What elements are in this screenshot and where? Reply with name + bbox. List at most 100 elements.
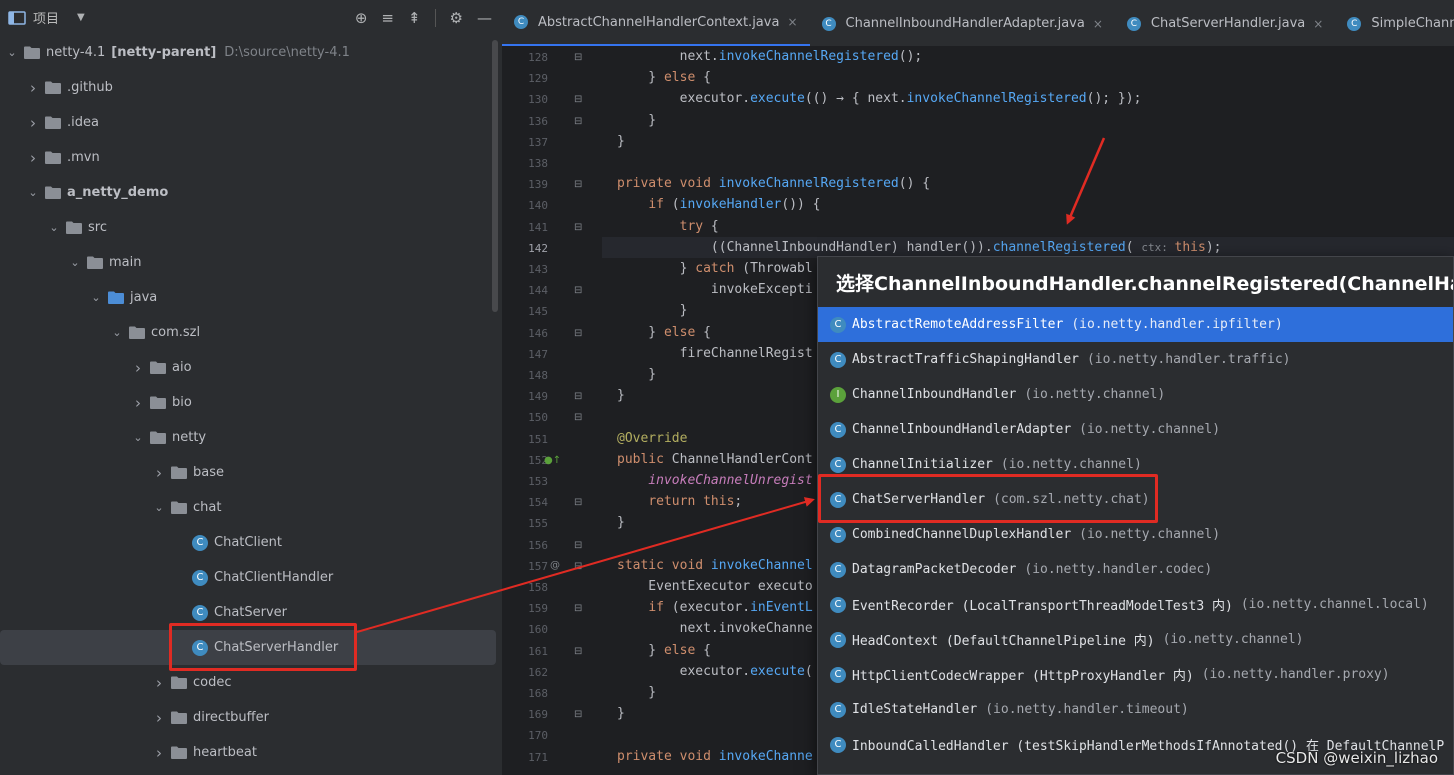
tree-item[interactable]: › base	[0, 455, 502, 490]
code-line[interactable]: }	[617, 706, 625, 721]
chevron-down-icon[interactable]: ⌄	[4, 46, 20, 59]
code-line[interactable]: next.invokeChanne	[617, 621, 813, 636]
popup-item[interactable]: C EventRecorder (LocalTransportThreadMode…	[818, 587, 1453, 622]
annotation-icon[interactable]: @	[550, 560, 560, 571]
popup-item[interactable]: C IdleStateHandler (io.netty.handler.timeo…	[818, 692, 1453, 727]
fold-marker-icon[interactable]: ⊟	[574, 540, 582, 551]
chevron-right-icon[interactable]: ›	[151, 464, 167, 482]
tree-item[interactable]: › .mvn	[0, 140, 502, 175]
code-line[interactable]: } else {	[617, 643, 711, 658]
tree-item[interactable]: C ChatClientHandler	[0, 560, 502, 595]
code-line[interactable]: return this;	[617, 494, 742, 509]
chevron-right-icon[interactable]: ›	[25, 114, 41, 132]
tree-item[interactable]: › codec	[0, 665, 502, 700]
fold-marker-icon[interactable]: ⊟	[574, 328, 582, 339]
code-line[interactable]: fireChannelRegist	[617, 346, 813, 361]
tree-item[interactable]: ⌄ chat	[0, 490, 502, 525]
tree-item[interactable]: › directbuffer	[0, 700, 502, 735]
chevron-down-icon[interactable]: ⌄	[88, 291, 104, 304]
chevron-down-icon[interactable]: ⌄	[46, 221, 62, 234]
editor-tab[interactable]: C ChannelInboundHandlerAdapter.java ×	[810, 0, 1115, 46]
code-line[interactable]: @Override	[617, 431, 687, 446]
chevron-right-icon[interactable]: ›	[130, 359, 146, 377]
chevron-down-icon[interactable]: ⌄	[67, 256, 83, 269]
code-line[interactable]: try {	[617, 219, 719, 234]
fold-marker-icon[interactable]: ⊟	[574, 285, 582, 296]
code-line[interactable]: }	[617, 113, 656, 128]
expand-all-icon[interactable]: ≡	[381, 9, 394, 27]
chevron-right-icon[interactable]: ›	[130, 394, 146, 412]
project-panel-title[interactable]: 项目	[33, 8, 59, 27]
minimize-icon[interactable]: —	[477, 9, 492, 27]
fold-marker-icon[interactable]: ⊟	[574, 391, 582, 402]
chevron-right-icon[interactable]: ›	[151, 709, 167, 727]
code-line[interactable]: public ChannelHandlerCont	[617, 452, 813, 467]
code-line[interactable]: next.invokeChannelRegistered();	[617, 49, 923, 64]
code-line[interactable]: }	[617, 515, 625, 530]
tree-item[interactable]: C ChatServer	[0, 595, 502, 630]
fold-marker-icon[interactable]: ⊟	[574, 646, 582, 657]
fold-marker-icon[interactable]: ⊟	[574, 116, 582, 127]
popup-item[interactable]: C ChatServerHandler (com.szl.netty.chat)	[818, 482, 1453, 517]
code-line[interactable]: } else {	[617, 70, 711, 85]
project-window-icon[interactable]	[8, 10, 26, 26]
tree-item[interactable]: ⌄ netty-4.1 [netty-parent] D:\source\netty-…	[0, 35, 502, 70]
close-icon[interactable]: ×	[1313, 17, 1323, 31]
code-line[interactable]: }	[617, 685, 656, 700]
code-line[interactable]: }	[617, 367, 656, 382]
gear-icon[interactable]: ⚙	[450, 9, 463, 27]
popup-item[interactable]: C ChannelInboundHandlerAdapter (io.netty.c…	[818, 412, 1453, 447]
code-line[interactable]: private void invokeChanne	[617, 749, 813, 764]
chevron-down-icon[interactable]: ⌄	[25, 186, 41, 199]
chevron-right-icon[interactable]: ›	[25, 79, 41, 97]
chevron-right-icon[interactable]: ›	[151, 674, 167, 692]
fold-marker-icon[interactable]: ⊟	[574, 497, 582, 508]
code-line[interactable]: } else {	[617, 325, 711, 340]
popup-item[interactable]: C AbstractTrafficShapingHandler (io.netty.…	[818, 342, 1453, 377]
crosshair-icon[interactable]: ⊕	[355, 9, 368, 27]
tree-item[interactable]: ⌄ main	[0, 245, 502, 280]
fold-marker-icon[interactable]: ⊟	[574, 52, 582, 63]
tree-item[interactable]: ⌄ src	[0, 210, 502, 245]
code-line[interactable]: invokeChannelUnregist	[617, 473, 812, 488]
popup-item[interactable]: C HeadContext (DefaultChannelPipeline 内) (…	[818, 622, 1453, 657]
popup-item[interactable]: C CombinedChannelDuplexHandler (io.netty.c…	[818, 517, 1453, 552]
popup-item[interactable]: C DatagramPacketDecoder (io.netty.handler.…	[818, 552, 1453, 587]
popup-item[interactable]: I ChannelInboundHandler (io.netty.channel)	[818, 377, 1453, 412]
tree-item[interactable]: ⌄ netty	[0, 420, 502, 455]
tree-item[interactable]: › aio	[0, 350, 502, 385]
tree-item[interactable]: › .github	[0, 70, 502, 105]
popup-item[interactable]: C HttpClientCodecWrapper (HttpProxyHandle…	[818, 657, 1453, 692]
fold-marker-icon[interactable]: ⊟	[574, 561, 582, 572]
tree-item[interactable]: ⌄ java	[0, 280, 502, 315]
collapse-all-icon[interactable]: ⇞	[408, 9, 421, 27]
code-line[interactable]: executor.execute(	[617, 664, 813, 679]
override-icon[interactable]: ●↑	[544, 455, 561, 466]
chevron-right-icon[interactable]: ›	[151, 744, 167, 762]
fold-marker-icon[interactable]: ⊟	[574, 603, 582, 614]
fold-marker-icon[interactable]: ⊟	[574, 412, 582, 423]
editor-tab[interactable]: C SimpleChannelInbour	[1335, 0, 1454, 46]
editor-tab[interactable]: C AbstractChannelHandlerContext.java ×	[502, 0, 810, 46]
chevron-right-icon[interactable]: ›	[25, 149, 41, 167]
code-line[interactable]: EventExecutor executo	[617, 579, 812, 594]
fold-marker-icon[interactable]: ⊟	[574, 94, 582, 105]
editor-tab[interactable]: C ChatServerHandler.java ×	[1115, 0, 1335, 46]
chevron-down-icon[interactable]: ⌄	[109, 326, 125, 339]
popup-item[interactable]: C ChannelInitializer (io.netty.channel)	[818, 447, 1453, 482]
tree-item[interactable]: C ChatServerHandler	[0, 630, 496, 665]
close-icon[interactable]: ×	[1093, 17, 1103, 31]
tree-item[interactable]: › bio	[0, 385, 502, 420]
tree-scrollbar[interactable]	[492, 40, 498, 312]
code-line[interactable]: ((ChannelInboundHandler) handler()).chan…	[617, 240, 1222, 255]
tree-item[interactable]: C ChatClient	[0, 525, 502, 560]
close-icon[interactable]: ×	[787, 15, 797, 29]
fold-marker-icon[interactable]: ⊟	[574, 179, 582, 190]
chevron-down-icon[interactable]: ⌄	[130, 431, 146, 444]
code-line[interactable]: if (executor.inEventL	[617, 600, 812, 615]
tree-item[interactable]: › heartbeat	[0, 735, 502, 770]
code-line[interactable]: executor.execute(() → { next.invokeChann…	[617, 91, 1142, 106]
code-line[interactable]: }	[617, 388, 625, 403]
code-line[interactable]: }	[617, 303, 688, 318]
popup-item[interactable]: C AbstractRemoteAddressFilter (io.netty.ha…	[818, 307, 1453, 342]
